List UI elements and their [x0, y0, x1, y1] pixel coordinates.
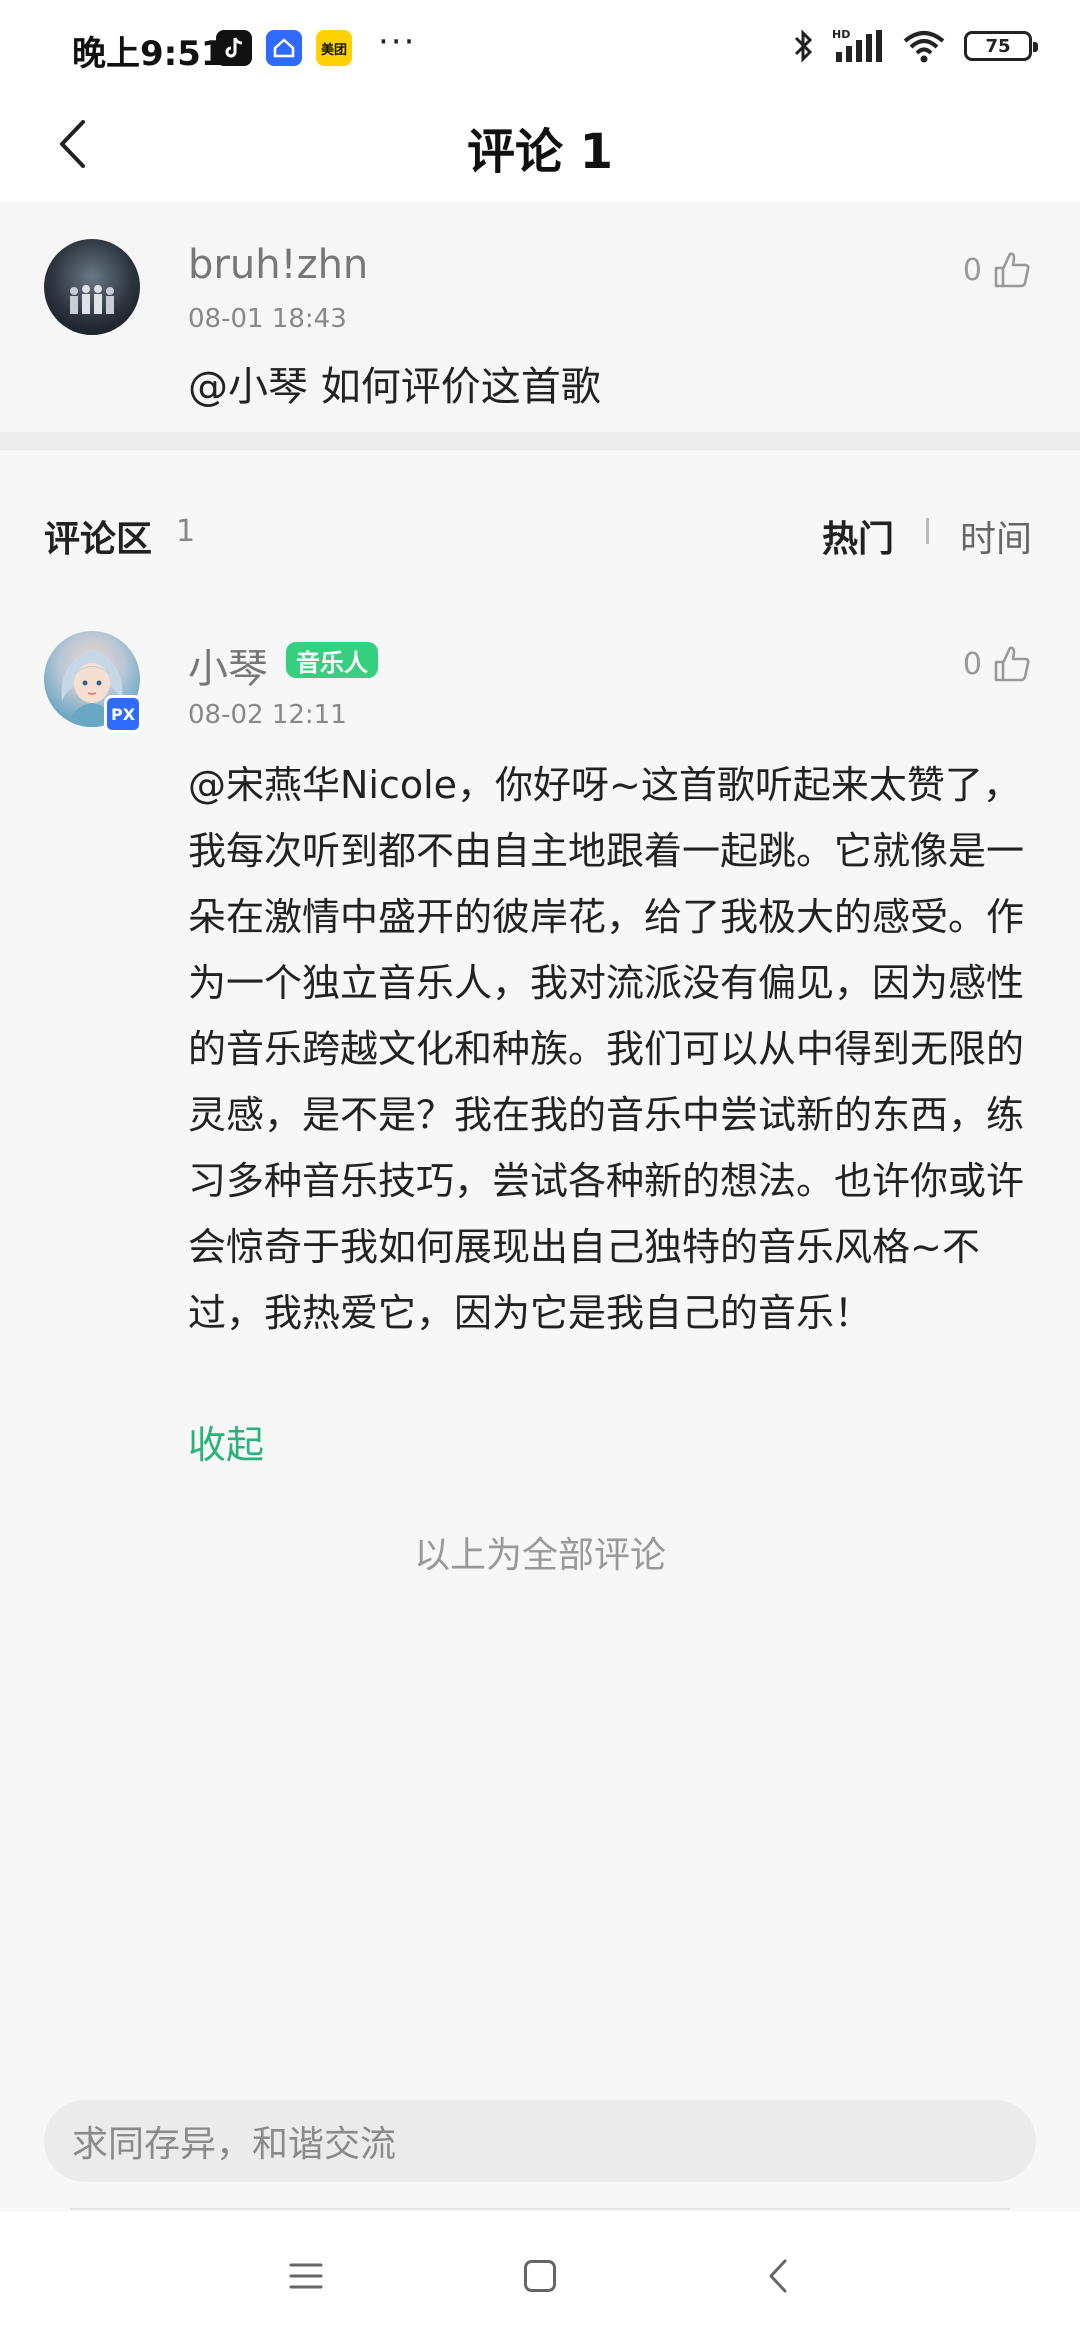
- section-divider: [0, 432, 1080, 450]
- tiktok-icon: [216, 30, 252, 66]
- status-indicators: HD 75: [792, 26, 1038, 66]
- comment-input[interactable]: 求同存异，和谐交流: [44, 2100, 1036, 2182]
- comment-time: 08-02 12:11: [188, 700, 347, 730]
- sort-time-tab[interactable]: 时间: [960, 510, 1032, 562]
- recent-apps-button[interactable]: [276, 2246, 336, 2306]
- comment-time: 08-01 18:43: [188, 304, 347, 334]
- reply-text: @宋燕华Nicole，你好呀~这首歌听起来太赞了，我每次听到都不由自主地跟着一起…: [188, 763, 1025, 1335]
- wifi-icon: [903, 31, 945, 63]
- group-photo-icon: [70, 285, 114, 314]
- like-button[interactable]: 0: [963, 640, 1032, 688]
- musician-badge: 音乐人: [286, 642, 378, 678]
- avatar[interactable]: [44, 239, 140, 335]
- username[interactable]: 小琴: [188, 636, 268, 694]
- header: 评论 1: [0, 90, 1080, 202]
- home-button[interactable]: [510, 2246, 570, 2306]
- original-comment[interactable]: bruh!zhn 08-01 18:43 @小琴 如何评价这首歌 0: [0, 202, 1080, 432]
- status-time: 晚上9:51: [72, 34, 225, 74]
- username[interactable]: bruh!zhn: [188, 242, 368, 288]
- end-of-comments-note: 以上为全部评论: [413, 1535, 666, 1576]
- square-icon: [524, 2260, 556, 2292]
- ai-badge-icon: PX: [104, 695, 142, 733]
- like-count: 0: [962, 252, 982, 288]
- divider: [70, 2208, 1010, 2210]
- page-title: 评论 1: [466, 124, 614, 180]
- comment-section-title: 评论区: [44, 519, 153, 560]
- sort-hot-tab[interactable]: 热门: [822, 510, 894, 562]
- more-notifications-icon: ···: [378, 22, 417, 62]
- thumbs-up-icon: [994, 252, 1030, 288]
- comment-count: 1: [176, 514, 196, 549]
- like-button[interactable]: 0: [963, 246, 1032, 294]
- like-count: 0: [962, 646, 982, 682]
- comment-text: @小琴 如何评价这首歌: [188, 364, 601, 410]
- status-bar: 晚上9:51 美团 ··· HD 75: [0, 0, 1080, 90]
- signal-icon: HD: [832, 28, 882, 62]
- system-back-button[interactable]: [748, 2246, 808, 2306]
- meituan-icon: 美团: [316, 30, 352, 66]
- thumbs-up-icon: [994, 646, 1030, 682]
- bluetooth-icon: [794, 29, 813, 63]
- comment-input-placeholder: 求同存异，和谐交流: [72, 2124, 397, 2165]
- system-nav-bar: [0, 2212, 1080, 2340]
- sort-separator: [926, 518, 929, 544]
- menu-icon: [289, 2263, 323, 2289]
- battery-icon: 75: [964, 31, 1038, 61]
- svg-text:HD: HD: [832, 28, 850, 41]
- collapse-button[interactable]: 收起: [188, 1414, 264, 1469]
- home-app-icon: [266, 30, 302, 66]
- battery-level: 75: [985, 35, 1011, 57]
- chevron-left-icon: [769, 2259, 787, 2293]
